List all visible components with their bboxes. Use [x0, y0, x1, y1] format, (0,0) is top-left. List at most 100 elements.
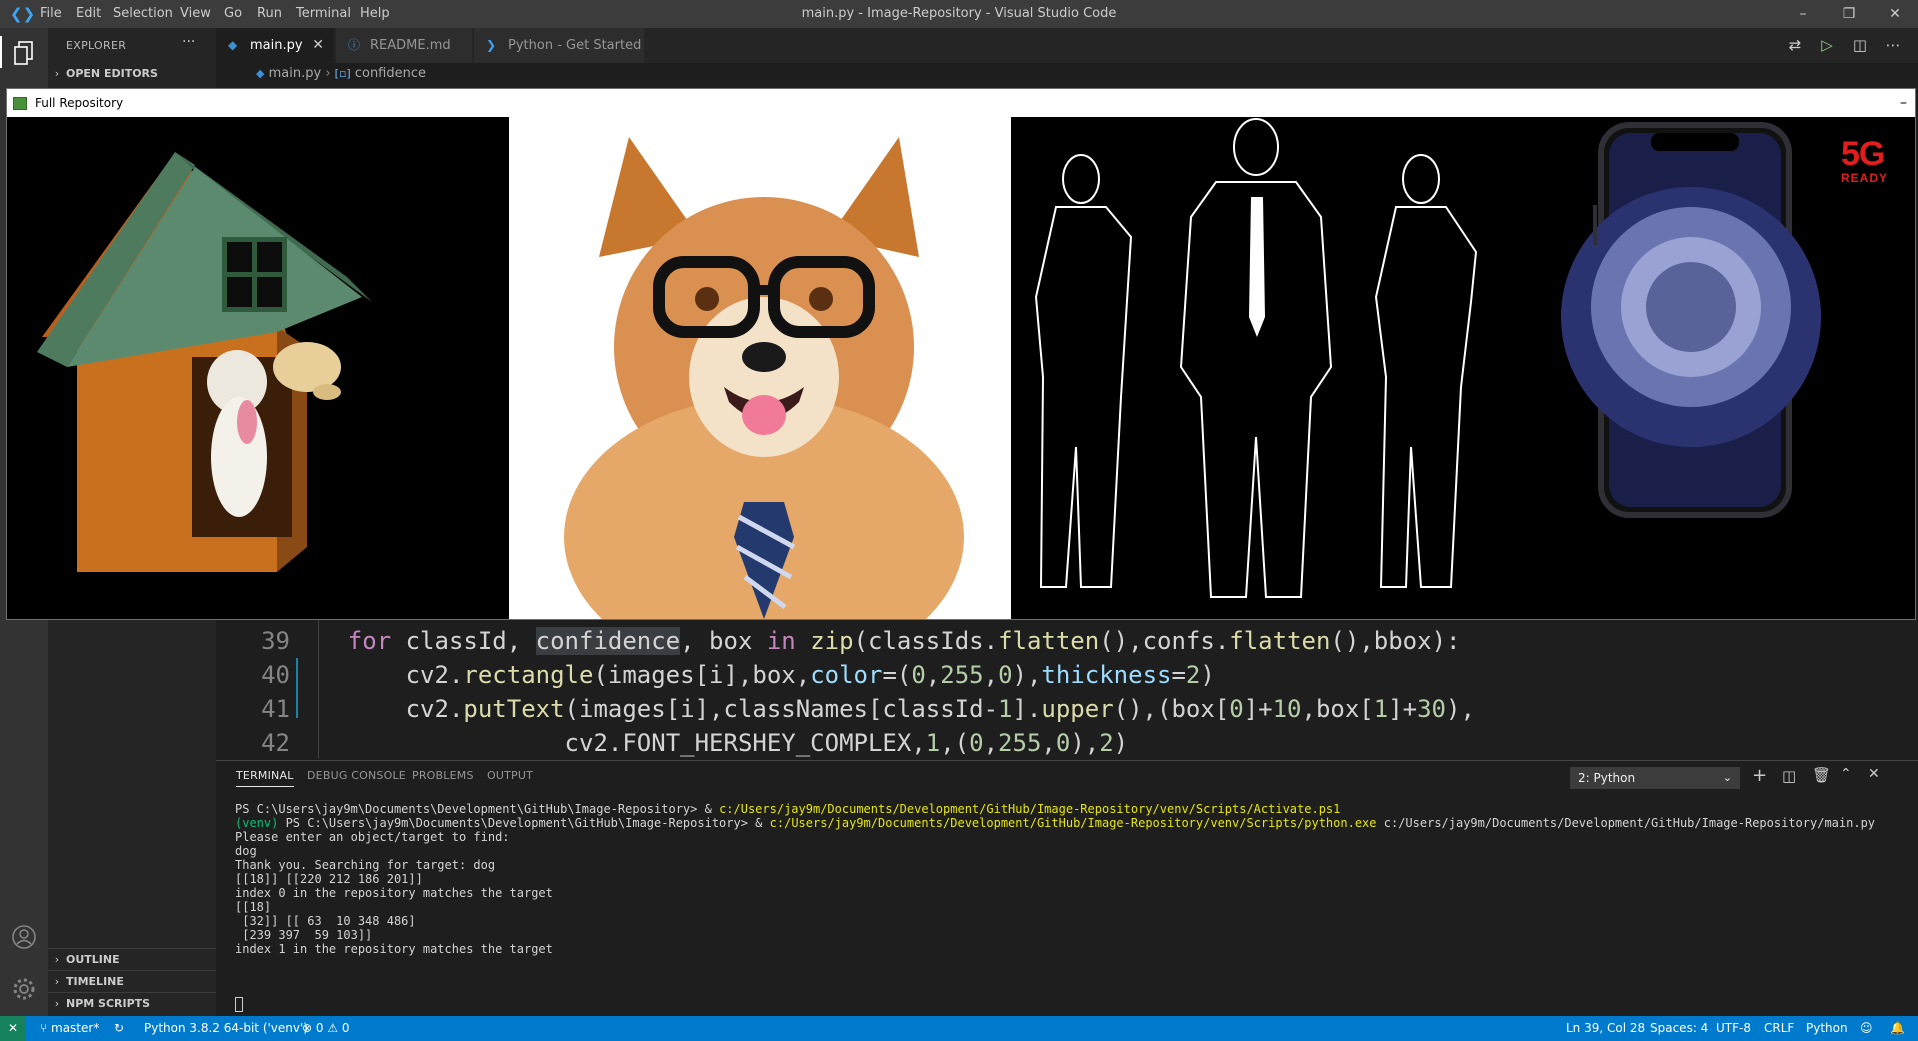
notifications-bell-icon[interactable]: 🔔	[1890, 1016, 1905, 1041]
menu-edit[interactable]: Edit	[76, 0, 101, 28]
problems-indicator[interactable]: ⊗ 0 ⚠ 0	[302, 1016, 350, 1041]
terminal-select[interactable]: 2: Python ⌄	[1570, 767, 1740, 789]
code-token: ),	[1070, 729, 1100, 757]
python-file-icon: ◆	[256, 67, 265, 80]
maximize-panel-icon[interactable]: ⌃	[1840, 766, 1852, 782]
image-viewer-window[interactable]: Full Repository – 5G READY	[6, 88, 1916, 620]
line-ending[interactable]: CRLF	[1764, 1016, 1794, 1041]
terminal-text: c:/Users/jay9m/Documents/Development/Git…	[719, 802, 1341, 816]
tab-readme[interactable]: ⓘ README.md	[336, 28, 472, 63]
menu-view[interactable]: View	[180, 0, 211, 28]
settings-gear-icon[interactable]	[11, 976, 37, 1002]
code-token: ,	[983, 729, 999, 757]
trash-icon[interactable]: 🗑	[1812, 766, 1831, 784]
git-branch-icon: ⑂	[40, 1021, 52, 1035]
timeline-section[interactable]: › TIMELINE	[48, 970, 216, 993]
menu-go[interactable]: Go	[224, 0, 242, 28]
code-line[interactable]: 40 cv2.rectangle(images[i],box,color=(0,…	[216, 658, 1215, 692]
terminal-text: Please enter an object/target to find:	[235, 830, 510, 844]
breadcrumb-file[interactable]: main.py	[269, 66, 322, 81]
open-editors-section[interactable]: › OPEN EDITORS	[48, 63, 216, 85]
line-number: 42	[261, 729, 290, 757]
code-token: 0	[1229, 695, 1244, 723]
window-title: main.py - Image-Repository - Visual Stud…	[801, 6, 1117, 21]
code-token: color	[810, 661, 883, 689]
tab-main-py[interactable]: ◆ main.py ✕	[216, 28, 334, 63]
terminal-text: [32]] [[ 63 10 348 486]	[235, 914, 416, 928]
title-bar: ❮❯ File Edit Selection View Go Run Termi…	[0, 0, 1918, 28]
branch-indicator[interactable]: ⑂ master*	[40, 1016, 99, 1041]
close-window-button[interactable]: ✕	[1872, 0, 1918, 28]
npm-scripts-section[interactable]: › NPM SCRIPTS	[48, 992, 216, 1015]
line-number: 40	[261, 661, 290, 689]
tab-output[interactable]: OUTPUT	[487, 769, 533, 782]
split-editor-icon[interactable]: ◫	[1845, 28, 1875, 63]
terminal-line: Please enter an object/target to find:	[235, 829, 510, 846]
code-line[interactable]: 39 for classId, confidence, box in zip(c…	[216, 624, 1460, 658]
feedback-icon[interactable]: ☺	[1860, 1016, 1873, 1041]
terminal-line: index 1 in the repository matches the ta…	[235, 941, 553, 958]
code-token: ),	[1446, 695, 1475, 723]
tab-debug-console[interactable]: DEBUG CONSOLE	[307, 769, 406, 782]
code-token: ,	[983, 661, 999, 689]
run-file-icon[interactable]: ▷	[1812, 28, 1842, 63]
editor-more-icon[interactable]: ⋯	[1878, 28, 1908, 63]
explorer-icon[interactable]	[12, 40, 36, 66]
chevron-down-icon: ⌄	[1722, 771, 1732, 784]
image-window-minimize-button[interactable]: –	[1900, 89, 1907, 117]
minimize-button[interactable]: –	[1780, 0, 1826, 28]
python-file-icon: ◆	[228, 38, 238, 52]
python-interpreter[interactable]: Python 3.8.2 64-bit ('venv')	[144, 1016, 308, 1041]
terminal-text: index 0 in the repository matches the ta…	[235, 886, 553, 900]
breadcrumb-symbol[interactable]: confidence	[355, 66, 426, 81]
restore-button[interactable]: ❐	[1826, 0, 1872, 28]
menu-selection[interactable]: Selection	[113, 0, 173, 28]
tab-python-get-started[interactable]: ❯ Python - Get Started	[474, 28, 644, 63]
indentation[interactable]: Spaces: 4	[1650, 1016, 1708, 1041]
code-token: zip	[810, 627, 854, 655]
language-mode[interactable]: Python	[1806, 1016, 1848, 1041]
cursor-position[interactable]: Ln 39, Col 28	[1566, 1016, 1645, 1041]
remote-icon[interactable]: ✕	[0, 1016, 26, 1041]
terminal-cursor	[235, 997, 243, 1012]
code-token: 0	[969, 729, 984, 757]
code-token: (images[i],classNames[classId-	[564, 695, 999, 723]
code-token: )	[1113, 729, 1129, 757]
variable-icon: [▫]	[334, 67, 351, 80]
code-token: ].	[1012, 695, 1042, 723]
code-token: 0	[911, 661, 926, 689]
close-panel-icon[interactable]: ✕	[1868, 766, 1880, 782]
code-token: (classIds.	[853, 627, 999, 655]
tab-terminal[interactable]: TERMINAL	[236, 769, 294, 787]
split-terminal-icon[interactable]: ◫	[1782, 767, 1796, 785]
breadcrumb: ◆ main.py › [▫] confidence	[216, 63, 1918, 85]
menu-help[interactable]: Help	[360, 0, 390, 28]
terminal-text: dog	[235, 844, 257, 858]
tab-problems[interactable]: PROBLEMS	[412, 769, 474, 782]
code-token: 2	[1185, 661, 1201, 689]
image-window-titlebar[interactable]: Full Repository –	[7, 89, 1915, 117]
menu-file[interactable]: File	[40, 0, 62, 28]
dog-house-image	[7, 117, 509, 619]
encoding[interactable]: UTF-8	[1716, 1016, 1751, 1041]
close-tab-icon[interactable]: ✕	[312, 28, 324, 63]
outline-section[interactable]: › OUTLINE	[48, 948, 216, 971]
business-silhouettes-image	[1011, 117, 1501, 619]
menu-terminal[interactable]: Terminal	[296, 0, 351, 28]
code-line[interactable]: 41 cv2.putText(images[i],classNames[clas…	[216, 692, 1475, 726]
code-token: 1	[1373, 695, 1389, 723]
smartphone-image: 5G READY	[1501, 117, 1915, 619]
new-terminal-icon[interactable]: +	[1752, 765, 1767, 786]
terminal-text: c:/Users/jay9m/Documents/Development/Git…	[1376, 816, 1876, 830]
code-token: ),	[1012, 661, 1042, 689]
account-icon[interactable]	[11, 924, 37, 950]
explorer-more-button[interactable]: ···	[182, 34, 195, 50]
code-token: thickness	[1041, 661, 1172, 689]
menu-run[interactable]: Run	[257, 0, 282, 28]
sync-icon[interactable]: ↻	[114, 1016, 124, 1041]
compare-changes-icon[interactable]: ⇄	[1780, 28, 1810, 63]
bottom-panel: TERMINAL DEBUG CONSOLE PROBLEMS OUTPUT 2…	[216, 760, 1918, 1017]
code-line[interactable]: 42 cv2.FONT_HERSHEY_COMPLEX,1,(0,255,0),…	[216, 726, 1128, 760]
